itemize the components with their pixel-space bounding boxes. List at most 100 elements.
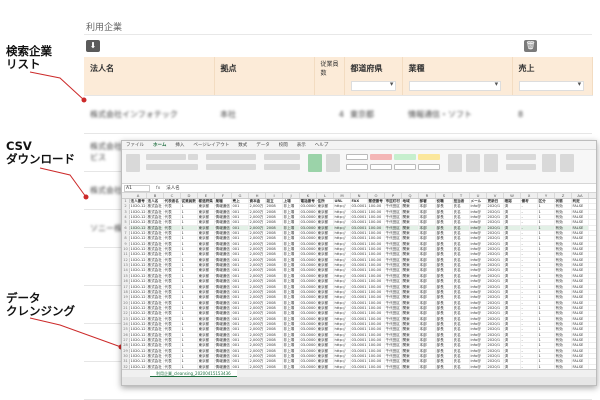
spreadsheet-cell[interactable]: FALSE <box>572 305 589 311</box>
spreadsheet-cell[interactable]: 千代田区 <box>385 311 402 316</box>
spreadsheet-cell[interactable]: 2,000万 <box>249 295 266 300</box>
spreadsheet-cell[interactable]: 済 <box>504 268 521 273</box>
spreadsheet-cell[interactable]: 100-00 <box>368 220 385 225</box>
spreadsheet-cell[interactable]: 関東 <box>402 215 419 220</box>
row-number[interactable]: 3 <box>122 209 130 215</box>
spreadsheet-cell[interactable]: 関東 <box>402 279 419 284</box>
spreadsheet-cell[interactable]: 有効 <box>555 348 572 353</box>
spreadsheet-cell[interactable]: 法人名 <box>147 199 164 204</box>
spreadsheet-cell[interactable]: - <box>521 247 538 252</box>
spreadsheet-cell[interactable]: 2,000万 <box>249 204 266 209</box>
spreadsheet-cell[interactable]: 1 <box>538 220 555 225</box>
spreadsheet-cell[interactable]: 確認 <box>504 199 521 204</box>
spreadsheet-cell[interactable]: 100-00 <box>368 284 385 289</box>
spreadsheet-cell[interactable]: 氏名 <box>453 359 470 364</box>
spreadsheet-cell[interactable]: 千代田区 <box>385 284 402 289</box>
spreadsheet-cell[interactable]: 100-00 <box>368 263 385 268</box>
spreadsheet-cell[interactable]: 001 <box>232 209 249 215</box>
style-good[interactable] <box>394 154 416 160</box>
row-number[interactable]: 5 <box>122 220 130 225</box>
spreadsheet-cell[interactable]: - <box>521 337 538 343</box>
spreadsheet-cell[interactable]: 部長 <box>436 225 453 231</box>
spreadsheet-cell[interactable]: FALSE <box>572 252 589 257</box>
spreadsheet-cell[interactable]: 有効 <box>555 257 572 263</box>
row-number[interactable]: 16 <box>122 279 130 284</box>
spreadsheet-cell[interactable]: - <box>521 241 538 247</box>
row-number[interactable]: 14 <box>122 268 130 273</box>
spreadsheet-cell[interactable]: 株式会社 <box>147 284 164 289</box>
spreadsheet-cell[interactable]: 1 <box>538 204 555 209</box>
spreadsheet-cell[interactable]: 03-0001 <box>351 348 368 353</box>
spreadsheet-cell[interactable]: 001 <box>232 332 249 337</box>
spreadsheet-cell[interactable]: 関東 <box>402 289 419 295</box>
spreadsheet-cell[interactable]: 03-0000 <box>300 289 317 295</box>
spreadsheet-cell[interactable]: 001 <box>232 359 249 364</box>
spreadsheet-cell[interactable]: 2008 <box>266 209 283 215</box>
spreadsheet-cell[interactable]: 有効 <box>555 247 572 252</box>
spreadsheet-cell[interactable]: 2,000万 <box>249 273 266 279</box>
spreadsheet-cell[interactable]: http:// <box>334 332 351 337</box>
spreadsheet-cell[interactable]: 氏名 <box>453 321 470 327</box>
spreadsheet-cell[interactable]: FALSE <box>572 204 589 209</box>
spreadsheet-cell[interactable]: FALSE <box>572 257 589 263</box>
spreadsheet-cell[interactable]: 有効 <box>555 204 572 209</box>
spreadsheet-cell[interactable]: 関東 <box>402 220 419 225</box>
spreadsheet-cell[interactable]: 03-0001 <box>351 273 368 279</box>
spreadsheet-cell[interactable]: 氏名 <box>453 204 470 209</box>
spreadsheet-cell[interactable]: 情報通信 <box>215 268 232 273</box>
spreadsheet-cell[interactable]: 03-0001 <box>351 257 368 263</box>
column-header[interactable]: T <box>453 193 470 198</box>
spreadsheet-cell[interactable]: 有効 <box>555 231 572 236</box>
spreadsheet-cell[interactable]: 2020/1 <box>487 289 504 295</box>
spreadsheet-cell[interactable]: 03-0001 <box>351 337 368 343</box>
spreadsheet-cell[interactable]: 部長 <box>436 257 453 263</box>
spreadsheet-cell[interactable]: 関東 <box>402 241 419 247</box>
spreadsheet-cell[interactable]: 千代田区 <box>385 305 402 311</box>
ribbon-tab[interactable]: 挿入 <box>175 141 184 149</box>
spreadsheet-cell[interactable]: 03-0000 <box>300 252 317 257</box>
spreadsheet-cell[interactable]: FALSE <box>572 220 589 225</box>
spreadsheet-cell[interactable]: info@ <box>470 220 487 225</box>
spreadsheet-cell[interactable]: 情報通信 <box>215 204 232 209</box>
spreadsheet-cell[interactable]: 1 <box>181 209 198 215</box>
spreadsheet-cell[interactable]: 関東 <box>402 257 419 263</box>
spreadsheet-cell[interactable]: 1020-12 <box>130 305 147 311</box>
spreadsheet-cell[interactable]: 非上場 <box>283 359 300 364</box>
spreadsheet-cell[interactable]: 株式会社 <box>147 252 164 257</box>
spreadsheet-cell[interactable]: 非上場 <box>283 273 300 279</box>
spreadsheet-cell[interactable]: 1020-12 <box>130 247 147 252</box>
spreadsheet-cell[interactable]: 千代田区 <box>385 225 402 231</box>
spreadsheet-cell[interactable]: FALSE <box>572 348 589 353</box>
spreadsheet-cell[interactable]: 東京都 <box>317 327 334 332</box>
spreadsheet-cell[interactable]: 非上場 <box>283 247 300 252</box>
spreadsheet-cell[interactable]: 有効 <box>555 316 572 321</box>
font-style-buttons[interactable] <box>146 164 198 170</box>
spreadsheet-cell[interactable]: 判定 <box>572 199 589 204</box>
spreadsheet-cell[interactable]: 2008 <box>266 316 283 321</box>
spreadsheet-cell[interactable]: 済 <box>504 289 521 295</box>
spreadsheet-cell[interactable]: http:// <box>334 215 351 220</box>
spreadsheet-cell[interactable]: 氏名 <box>453 332 470 337</box>
spreadsheet-cell[interactable]: 部長 <box>436 337 453 343</box>
conditional-format-button[interactable] <box>308 154 322 172</box>
spreadsheet-cell[interactable]: 東京都 <box>198 311 215 316</box>
spreadsheet-cell[interactable]: 本部 <box>419 225 436 231</box>
spreadsheet-cell[interactable]: 1 <box>538 353 555 359</box>
spreadsheet-cell[interactable]: info@ <box>470 359 487 364</box>
spreadsheet-cell[interactable]: 東京都 <box>198 332 215 337</box>
spreadsheet-cell[interactable]: 情報通信 <box>215 332 232 337</box>
spreadsheet-cell[interactable]: 済 <box>504 241 521 247</box>
spreadsheet-cell[interactable]: info@ <box>470 289 487 295</box>
spreadsheet-cell[interactable]: FALSE <box>572 263 589 268</box>
spreadsheet-cell[interactable]: 100-00 <box>368 327 385 332</box>
spreadsheet-cell[interactable]: http:// <box>334 279 351 284</box>
spreadsheet-cell[interactable]: 済 <box>504 327 521 332</box>
spreadsheet-cell[interactable]: http:// <box>334 241 351 247</box>
row-number[interactable]: 21 <box>122 305 130 311</box>
spreadsheet-cell[interactable]: 情報通信 <box>215 311 232 316</box>
spreadsheet-cell[interactable]: 100-00 <box>368 300 385 305</box>
spreadsheet-cell[interactable]: 2008 <box>266 252 283 257</box>
spreadsheet-cell[interactable]: 有効 <box>555 273 572 279</box>
row-number[interactable]: 15 <box>122 273 130 279</box>
column-header[interactable]: C <box>164 193 181 198</box>
